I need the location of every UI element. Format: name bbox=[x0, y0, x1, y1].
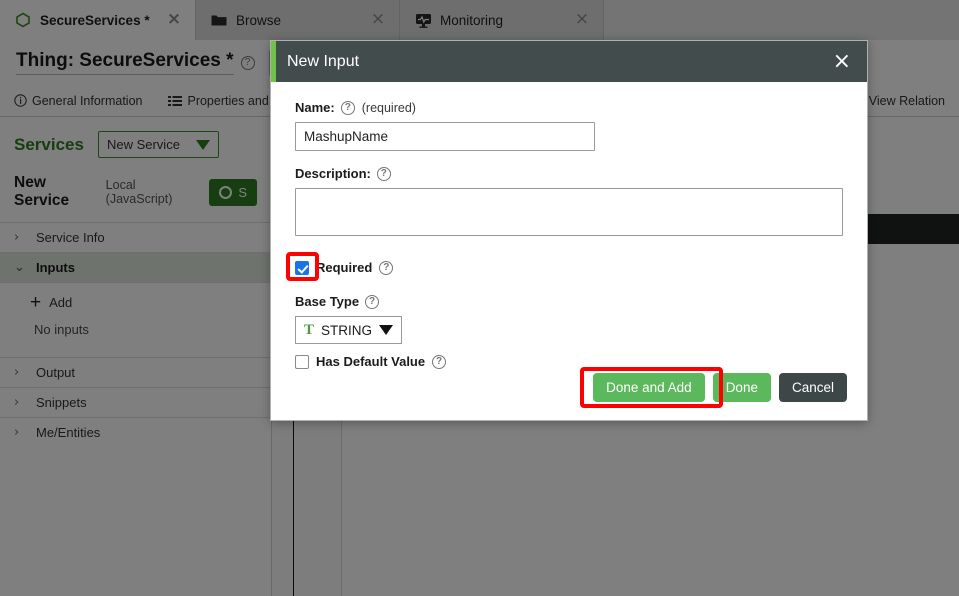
browser-tab-bar: SecureServices * × Browse × bbox=[0, 0, 959, 40]
add-label: Add bbox=[49, 295, 72, 310]
done-and-add-button[interactable]: Done and Add bbox=[593, 373, 705, 402]
tab-label: View Relation bbox=[869, 94, 945, 108]
tab-label: Monitoring bbox=[440, 13, 573, 28]
base-type-dropdown[interactable]: T STRING bbox=[295, 316, 402, 344]
chevron-down-icon bbox=[379, 325, 393, 335]
section-inputs[interactable]: ⌄ Inputs bbox=[0, 252, 271, 282]
section-me-entities[interactable]: › Me/Entities bbox=[0, 417, 271, 447]
inputs-section-body: + Add No inputs bbox=[0, 282, 271, 357]
dialog-title: New Input bbox=[287, 53, 831, 71]
close-icon[interactable]: × bbox=[831, 52, 853, 72]
folder-icon bbox=[210, 11, 228, 29]
new-input-dialog: New Input × Name: ? (required) Descripti… bbox=[270, 40, 868, 421]
service-kind: Local (JavaScript) bbox=[106, 178, 198, 206]
description-label-row: Description: ? bbox=[295, 166, 843, 181]
description-label: Description: bbox=[295, 166, 371, 181]
chevron-right-icon: › bbox=[14, 425, 26, 440]
chevron-down-icon: ⌄ bbox=[14, 260, 26, 275]
has-default-label: Has Default Value bbox=[316, 354, 425, 369]
info-icon bbox=[14, 94, 27, 107]
services-toolbar: Services New Service bbox=[0, 117, 271, 166]
required-checkbox[interactable] bbox=[295, 261, 309, 275]
base-type-value: STRING bbox=[321, 323, 372, 338]
section-label: Snippets bbox=[36, 395, 87, 410]
required-label: Required bbox=[316, 260, 372, 275]
tab-label: SecureServices * bbox=[40, 13, 165, 28]
chevron-right-icon: › bbox=[14, 230, 26, 245]
section-label: Service Info bbox=[36, 230, 105, 245]
dialog-footer: Done and Add Done Cancel bbox=[271, 373, 867, 420]
services-panel: Services New Service New Service Local (… bbox=[0, 117, 272, 596]
tab-properties-and-alerts[interactable]: Properties and bbox=[168, 94, 268, 108]
hexagon-icon bbox=[14, 11, 32, 29]
name-label-row: Name: ? (required) bbox=[295, 100, 843, 115]
has-default-checkbox[interactable] bbox=[295, 355, 309, 369]
plus-icon: + bbox=[30, 296, 41, 310]
help-icon[interactable]: ? bbox=[432, 355, 446, 369]
name-required-note: (required) bbox=[362, 101, 416, 115]
help-icon[interactable]: ? bbox=[341, 101, 355, 115]
add-input-button[interactable]: + Add bbox=[0, 289, 271, 316]
required-checkbox-row[interactable]: Required ? bbox=[295, 260, 843, 275]
required-label-wrap: Required ? bbox=[316, 260, 393, 275]
monitor-pulse-icon bbox=[414, 11, 432, 29]
dialog-header: New Input × bbox=[271, 41, 867, 82]
tab-monitoring[interactable]: Monitoring × bbox=[400, 0, 604, 40]
services-heading: Services bbox=[14, 135, 84, 155]
save-label: S bbox=[238, 185, 247, 200]
service-name: New Service bbox=[14, 174, 98, 210]
spacer bbox=[295, 151, 843, 166]
section-label: Me/Entities bbox=[36, 425, 100, 440]
string-type-icon: T bbox=[304, 323, 314, 337]
new-service-dropdown[interactable]: New Service bbox=[98, 131, 219, 158]
close-icon[interactable]: × bbox=[165, 11, 183, 29]
help-icon[interactable]: ? bbox=[379, 261, 393, 275]
base-type-label: Base Type bbox=[295, 294, 359, 309]
section-label: Inputs bbox=[36, 260, 75, 275]
cancel-button[interactable]: Cancel bbox=[779, 373, 847, 402]
has-default-checkbox-row[interactable]: Has Default Value ? bbox=[295, 354, 843, 369]
base-type-label-row: Base Type ? bbox=[295, 294, 843, 309]
done-button[interactable]: Done bbox=[713, 373, 771, 402]
chevron-right-icon: › bbox=[14, 365, 26, 380]
section-label: Output bbox=[36, 365, 75, 380]
section-service-info[interactable]: › Service Info bbox=[0, 222, 271, 252]
accent-bar bbox=[271, 41, 276, 82]
close-icon[interactable]: × bbox=[573, 11, 591, 29]
help-icon[interactable]: ? bbox=[241, 56, 255, 70]
dropdown-value: New Service bbox=[107, 137, 180, 152]
save-button[interactable]: S bbox=[209, 179, 257, 206]
name-input[interactable] bbox=[295, 122, 595, 151]
app-window: SecureServices * × Browse × bbox=[0, 0, 959, 596]
page-title: Thing: SecureServices * bbox=[16, 50, 234, 75]
spacer bbox=[295, 241, 843, 256]
tab-general-information[interactable]: General Information bbox=[14, 94, 142, 108]
has-default-label-wrap: Has Default Value ? bbox=[316, 354, 446, 369]
circle-icon bbox=[219, 186, 232, 199]
service-summary-row: New Service Local (JavaScript) S bbox=[0, 166, 271, 222]
help-icon[interactable]: ? bbox=[365, 295, 379, 309]
chevron-down-icon bbox=[196, 140, 210, 150]
list-icon bbox=[168, 95, 182, 107]
tab-secureservices[interactable]: SecureServices * × bbox=[0, 0, 196, 40]
section-output[interactable]: › Output bbox=[0, 357, 271, 387]
tab-label: Browse bbox=[236, 13, 369, 28]
help-icon[interactable]: ? bbox=[377, 167, 391, 181]
tab-label: General Information bbox=[32, 94, 142, 108]
close-icon[interactable]: × bbox=[369, 11, 387, 29]
description-textarea[interactable] bbox=[295, 188, 843, 236]
chevron-right-icon: › bbox=[14, 395, 26, 410]
section-snippets[interactable]: › Snippets bbox=[0, 387, 271, 417]
dialog-body: Name: ? (required) Description: ? Requir… bbox=[271, 82, 867, 373]
empty-inputs-message: No inputs bbox=[0, 316, 271, 343]
spacer bbox=[295, 279, 843, 294]
tab-browse[interactable]: Browse × bbox=[196, 0, 400, 40]
name-label: Name: bbox=[295, 100, 335, 115]
tab-label: Properties and bbox=[187, 94, 268, 108]
